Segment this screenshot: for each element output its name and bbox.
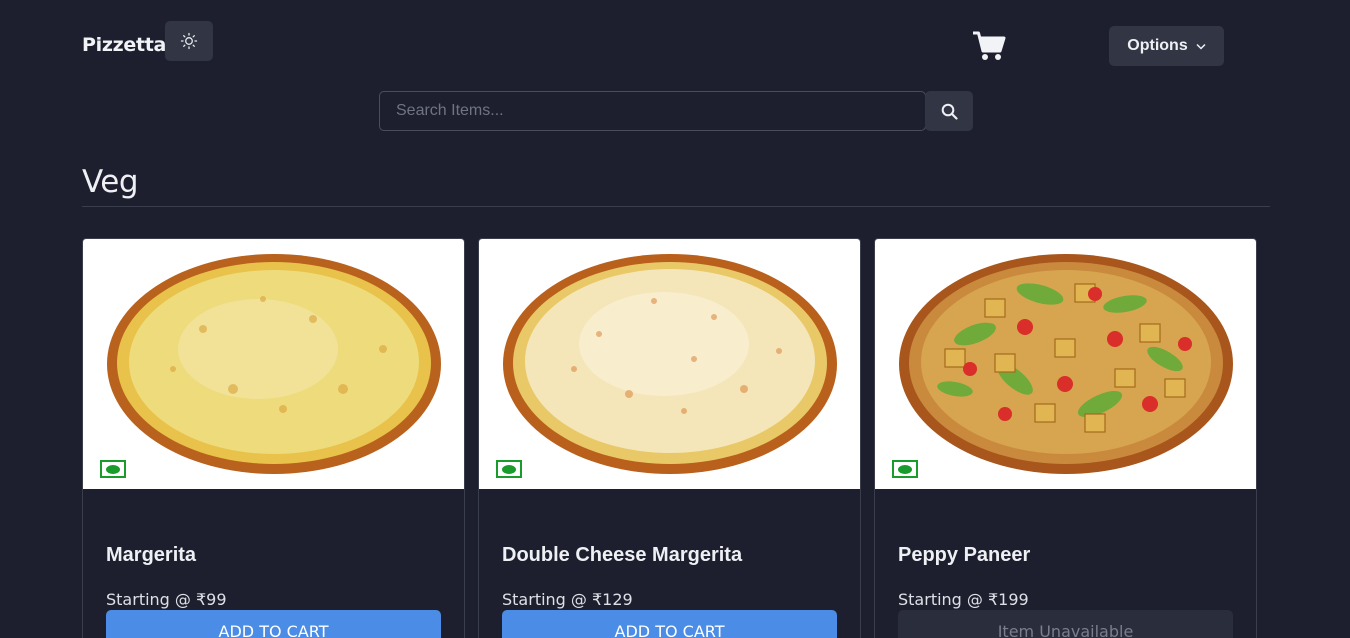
product-price: Starting @ ₹99 — [106, 590, 227, 609]
product-card: Double Cheese Margerita Starting @ ₹129 … — [478, 238, 861, 638]
chevron-down-icon — [1196, 43, 1206, 50]
veg-indicator-icon — [100, 460, 126, 478]
search-icon — [941, 103, 958, 120]
theme-toggle-button[interactable] — [165, 21, 213, 61]
product-image[interactable] — [875, 239, 1256, 489]
sun-icon — [180, 32, 198, 50]
section-divider — [82, 206, 1270, 207]
search-button[interactable] — [925, 91, 973, 131]
brand-logo[interactable]: Pizzetta — [82, 34, 166, 56]
product-image[interactable] — [83, 239, 464, 489]
options-dropdown[interactable]: Options — [1109, 26, 1224, 66]
cart-button[interactable] — [972, 30, 1006, 62]
search-input[interactable] — [379, 91, 926, 131]
pizza-image — [503, 254, 837, 474]
navbar: Pizzetta Options — [0, 0, 1350, 90]
item-unavailable-button: Item Unavailable — [898, 610, 1233, 638]
product-card: Peppy Paneer Starting @ ₹199 Item Unavai… — [874, 238, 1257, 638]
product-price: Starting @ ₹199 — [898, 590, 1029, 609]
shopping-cart-icon — [973, 31, 1006, 60]
product-name: Peppy Paneer — [898, 544, 1031, 566]
pizza-image — [107, 254, 441, 474]
product-price: Starting @ ₹129 — [502, 590, 633, 609]
product-image[interactable] — [479, 239, 860, 489]
veg-indicator-icon — [496, 460, 522, 478]
product-name: Margerita — [106, 544, 197, 566]
add-to-cart-button[interactable]: ADD TO CART — [106, 610, 441, 638]
add-to-cart-button[interactable]: ADD TO CART — [502, 610, 837, 638]
product-name: Double Cheese Margerita — [502, 544, 743, 566]
veg-indicator-icon — [892, 460, 918, 478]
pizza-image — [899, 254, 1233, 474]
options-label: Options — [1127, 37, 1188, 54]
section-title: Veg — [82, 164, 139, 200]
product-card: Margerita Starting @ ₹99 ADD TO CART — [82, 238, 465, 638]
